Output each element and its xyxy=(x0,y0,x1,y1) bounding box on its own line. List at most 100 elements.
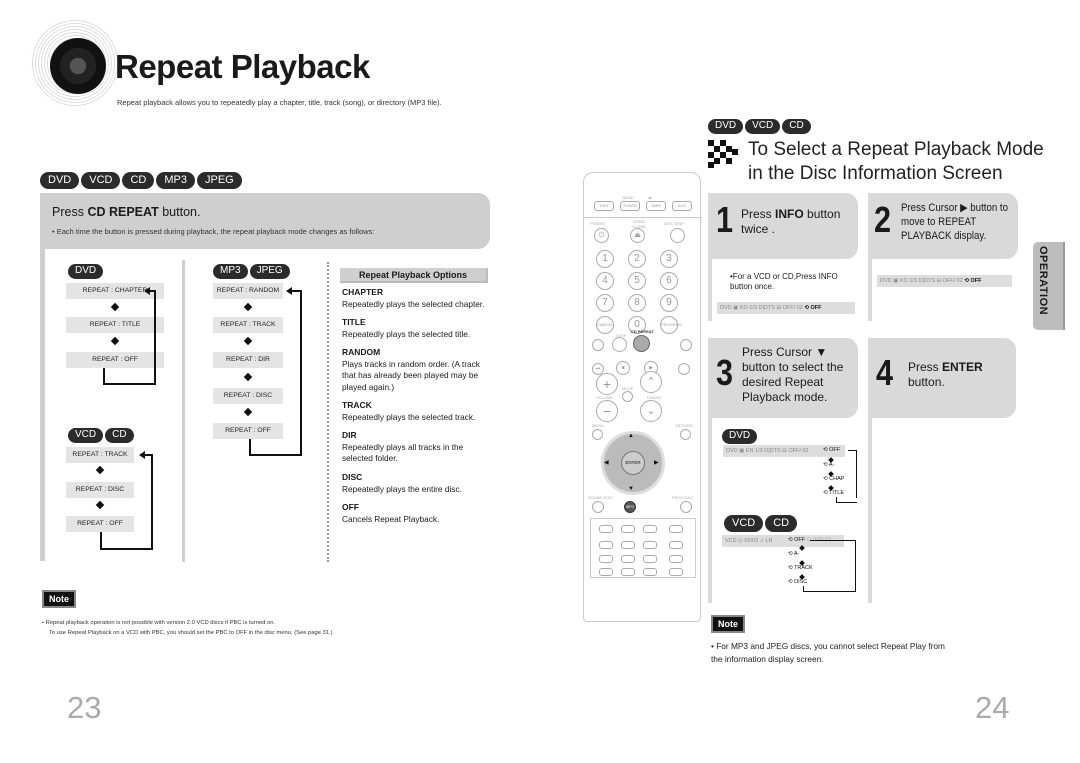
cycle-item: ⟲ TITLE xyxy=(823,490,845,496)
options-heading: Repeat Playback Options xyxy=(340,268,488,283)
badge-vcd: VCD xyxy=(68,428,104,443)
cycle-item: ⟲ OFF xyxy=(823,447,841,453)
badge-mp3: MP3 xyxy=(213,264,248,279)
badge-dvd: DVD xyxy=(708,119,744,134)
digit-5-button[interactable]: 5 xyxy=(628,272,646,290)
cycle-item: ⟲ A- xyxy=(823,462,835,468)
cursor-up-icon[interactable]: ▲ xyxy=(628,433,634,439)
info-button[interactable]: INFO xyxy=(624,501,636,513)
dvd-source-button[interactable]: DVD xyxy=(594,201,614,211)
page-subtitle: Repeat playback allows you to repeatedly… xyxy=(117,98,442,107)
badge-jpeg: JPEG xyxy=(249,264,290,279)
menu-button[interactable] xyxy=(592,429,603,440)
remote-control: BAND ◂▸ DVD TUNER TAPE AUX POWER OPEN/ C… xyxy=(583,172,702,622)
note-text: • For MP3 and JPEG discs, you cannot sel… xyxy=(711,641,945,664)
sound-edit-button[interactable] xyxy=(592,501,604,513)
power-button[interactable]: ⏻ xyxy=(594,228,609,243)
diamond-icon xyxy=(110,336,120,346)
badge-dvd: DVD xyxy=(722,429,758,444)
skip-forward-button[interactable] xyxy=(680,339,692,351)
chain-item: REPEAT : TRACK xyxy=(66,447,134,463)
chain-item: REPEAT : RANDOM xyxy=(213,283,283,299)
digit-8-button[interactable]: 8 xyxy=(628,294,646,312)
note-badge: Note xyxy=(42,590,76,608)
step-1: 1 Press INFO button twice . xyxy=(708,193,858,259)
step-4: 4 Press ENTER button. xyxy=(868,338,1016,418)
mute-button[interactable] xyxy=(622,391,633,402)
volume-down-button[interactable]: − xyxy=(596,400,618,422)
badge-dvd: DVD xyxy=(40,172,80,189)
step1-note: •For a VCD or CD,Press INFO button once. xyxy=(730,272,838,291)
skip-back-button[interactable] xyxy=(592,339,604,351)
volume-up-button[interactable]: + xyxy=(596,373,618,395)
page-number-left: 23 xyxy=(67,690,102,725)
diamond-icon xyxy=(243,407,253,417)
disc-skip-button[interactable] xyxy=(670,228,685,243)
section-title: To Select a Repeat Playback Mode in the D… xyxy=(748,139,1044,184)
option-random: RANDOM Plays tracks in random order. (A t… xyxy=(342,347,480,392)
cursor-right-icon[interactable]: ▶ xyxy=(654,459,659,466)
chain-item: REPEAT : OFF xyxy=(66,352,164,368)
cursor-left-icon[interactable]: ◀ xyxy=(604,459,609,466)
badge-dvd: DVD xyxy=(68,264,104,279)
digit-9-button[interactable]: 9 xyxy=(660,294,678,312)
cursor-down-icon[interactable]: ▼ xyxy=(628,486,634,492)
step-3: 3 Press Cursor ▼ button to select the de… xyxy=(708,338,858,418)
option-disc: DISC Repeatedly plays the entire disc. xyxy=(342,472,462,494)
cycle-item: ⟲ A- xyxy=(788,551,800,557)
info-bar: DVD ▣ KO 1/3 D|DTS ⊟ OFF/ 02 ⟲ OFF xyxy=(877,275,1012,287)
digit-6-button[interactable]: 6 xyxy=(660,272,678,290)
next-button[interactable] xyxy=(678,363,690,375)
chain-item: REPEAT : OFF xyxy=(213,423,283,439)
step-button[interactable] xyxy=(612,337,627,352)
badge-jpeg: JPEG xyxy=(196,172,242,189)
instruction-heading: Press CD REPEAT button. xyxy=(52,205,201,219)
chain-item: REPEAT : TRACK xyxy=(213,317,283,333)
dotted-divider xyxy=(327,262,329,562)
badge-vcd: VCD xyxy=(81,172,121,189)
info-bar: DVD ▣ KO 1/3 D|DTS ⊟ OFF/ 02 ⟲ OFF xyxy=(717,302,855,314)
prologic-button[interactable] xyxy=(680,501,692,513)
tuning-down-button[interactable]: ⌄ xyxy=(640,400,662,422)
badge-cd: CD xyxy=(765,515,798,532)
badge-vcd: VCD xyxy=(724,515,764,532)
digit-1-button[interactable]: 1 xyxy=(596,250,614,268)
speaker-graphic xyxy=(30,18,120,108)
chain-item: REPEAT : DISC xyxy=(213,388,283,404)
program-button[interactable]: PROGRAM xyxy=(660,316,682,334)
loop-line xyxy=(249,439,302,456)
digit-4-button[interactable]: 4 xyxy=(596,272,614,290)
enter-button[interactable]: ENTER xyxy=(621,451,645,475)
disc-badges-right: DVD VCD CD xyxy=(708,115,813,134)
loop-line xyxy=(103,368,156,385)
badge-mp3: MP3 xyxy=(156,172,195,189)
arrow-icon xyxy=(286,287,292,295)
section-tab-operation[interactable]: OPERATION xyxy=(1033,242,1065,330)
diamond-icon xyxy=(95,465,105,475)
instruction-panel: Press CD REPEAT button. • Each time the … xyxy=(40,193,490,249)
aux-source-button[interactable]: AUX xyxy=(672,201,692,211)
page-title: Repeat Playback xyxy=(115,48,370,85)
tuning-up-button[interactable]: ⌃ xyxy=(640,371,662,393)
digit-7-button[interactable]: 7 xyxy=(596,294,614,312)
panel-side-bar xyxy=(40,249,45,561)
digit-2-button[interactable]: 2 xyxy=(628,250,646,268)
open-close-button[interactable]: ⏏ xyxy=(630,228,645,243)
column-divider xyxy=(182,260,185,562)
stop-button[interactable]: ■ xyxy=(616,361,630,375)
checker-bullet-icon xyxy=(708,140,744,168)
tuner-source-button[interactable]: TUNER xyxy=(620,201,640,211)
digit-3-button[interactable]: 3 xyxy=(660,250,678,268)
cancel-button[interactable]: CANCEL xyxy=(596,316,614,334)
badge-vcd: VCD xyxy=(745,119,781,134)
disc-badges: DVD VCD CD MP3 JPEG xyxy=(40,170,244,189)
cd-repeat-button[interactable] xyxy=(633,335,650,352)
lower-button-group xyxy=(590,518,696,578)
return-button[interactable] xyxy=(680,429,691,440)
diamond-icon xyxy=(243,372,253,382)
tape-source-button[interactable]: TAPE xyxy=(646,201,666,211)
diamond-icon xyxy=(243,336,253,346)
cycle-item: ⟲ CHAP xyxy=(823,476,845,482)
speaker-cone-icon xyxy=(50,38,106,94)
option-title: TITLE Repeatedly plays the selected title… xyxy=(342,317,471,339)
